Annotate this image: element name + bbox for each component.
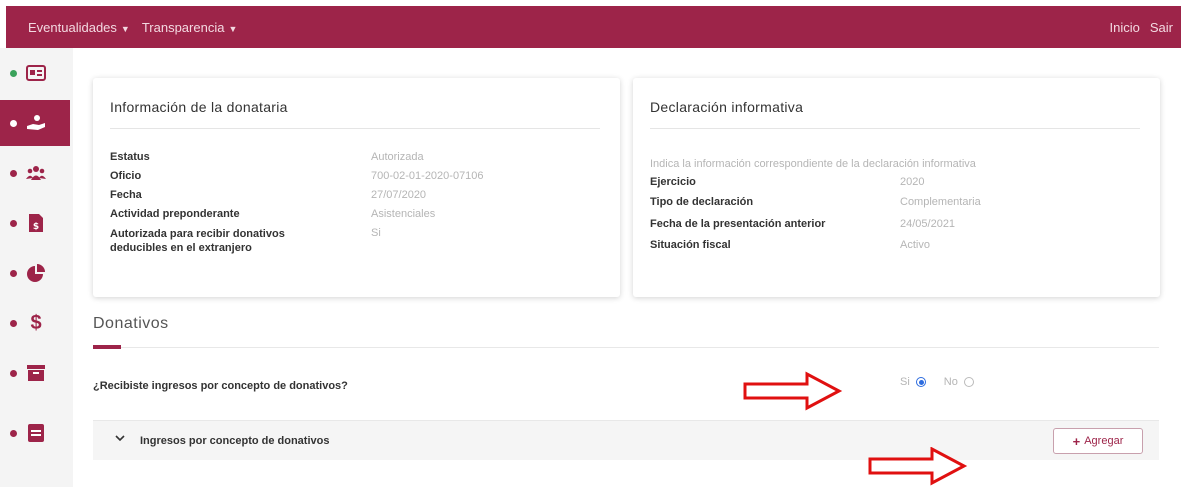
link-inicio[interactable]: Inicio (1110, 20, 1140, 35)
top-menu: Eventualidades ▼ Transparencia ▼ (28, 20, 237, 35)
annotation-arrow-icon (868, 447, 968, 486)
sidebar: $ $ (0, 48, 73, 487)
donativos-radio-group: Si No (900, 376, 974, 388)
radio-si-label: Si (900, 376, 910, 388)
sidebar-item-archivo[interactable] (0, 350, 73, 396)
status-dot (10, 369, 17, 377)
top-navbar: Eventualidades ▼ Transparencia ▼ Inicio Sa… (6, 6, 1181, 48)
row-estatus: Estatus (110, 151, 150, 163)
value-tipo-declaracion: Complementaria (900, 196, 981, 208)
donataria-card: Información de la donataria Estatus Auto… (93, 78, 620, 297)
caret-down-icon: ▼ (228, 24, 238, 34)
donation-hand-icon (26, 113, 46, 133)
divider (650, 128, 1140, 129)
status-dot (10, 169, 17, 177)
donativos-question: ¿Recibiste ingresos por concepto de dona… (93, 380, 348, 392)
add-button[interactable]: + Agregar (1053, 428, 1143, 454)
sidebar-item-ingresos[interactable]: $ (0, 300, 73, 346)
value-actividad: Asistenciales (371, 208, 436, 220)
section-underline (93, 345, 121, 349)
link-sair[interactable]: Sair (1150, 20, 1173, 35)
sidebar-item-datos[interactable] (0, 50, 73, 96)
declaracion-card: Declaración informativa Indica la inform… (633, 78, 1160, 297)
row-fecha: Fecha (110, 189, 142, 201)
status-dot (10, 429, 17, 437)
menu-transparencia[interactable]: Transparencia ▼ (142, 20, 238, 35)
value-fecha-anterior: 24/05/2021 (900, 218, 956, 230)
radio-no[interactable] (963, 377, 974, 387)
folder-icon (26, 423, 46, 443)
radio-no-label: No (943, 376, 958, 388)
menu-eventualidades[interactable]: Eventualidades ▼ (28, 20, 130, 35)
chevron-down-icon[interactable] (115, 433, 125, 445)
people-icon (26, 163, 46, 183)
archive-icon (26, 363, 46, 383)
plus-icon: + (1072, 433, 1081, 449)
donataria-title: Información de la donataria (110, 99, 288, 115)
value-ejercicio: 2020 (900, 176, 925, 188)
radio-si[interactable] (915, 377, 926, 387)
sidebar-item-expediente[interactable] (0, 410, 73, 456)
svg-text:$: $ (33, 222, 39, 232)
row-situacion-fiscal: Situación fiscal (650, 239, 731, 251)
annotation-arrow-icon (743, 371, 843, 411)
status-dot (10, 219, 17, 227)
value-extranjero: Si (371, 227, 381, 239)
value-oficio: 700-02-01-2020-07106 (371, 170, 484, 182)
sidebar-item-personas[interactable] (0, 150, 73, 196)
id-card-icon (26, 63, 46, 83)
row-tipo-declaracion: Tipo de declaración (650, 196, 754, 208)
row-fecha-anterior: Fecha de la presentación anterior (650, 218, 826, 230)
top-right-links: Inicio Sair (1110, 20, 1173, 35)
section-title: Donativos (93, 315, 169, 332)
value-situacion-fiscal: Activo (900, 239, 930, 251)
sidebar-item-documento[interactable]: $ (0, 200, 73, 246)
value-estatus: Autorizada (371, 151, 424, 163)
row-extranjero: Autorizada para recibir donativos deduci… (110, 228, 285, 254)
status-dot (10, 269, 17, 277)
sidebar-item-graficas[interactable] (0, 250, 73, 296)
sidebar-item-donativos[interactable] (0, 100, 70, 146)
row-actividad: Actividad preponderante (110, 208, 240, 220)
status-dot (10, 69, 17, 77)
declaracion-title: Declaración informativa (650, 99, 804, 115)
document-dollar-icon: $ (26, 213, 46, 233)
row-ejercicio: Ejercicio (650, 176, 696, 188)
divider (110, 128, 600, 129)
value-fecha: 27/07/2020 (371, 189, 427, 201)
status-dot (10, 119, 17, 127)
row-oficio: Oficio (110, 170, 142, 182)
declaracion-subtitle: Indica la información correspondiente de… (650, 158, 976, 170)
accordion-ingresos[interactable]: Ingresos por concepto de donativos + Agr… (93, 420, 1159, 460)
caret-down-icon: ▼ (120, 24, 130, 34)
divider (93, 347, 1159, 348)
pie-chart-icon (26, 263, 46, 283)
dollar-icon: $ (30, 311, 42, 334)
accordion-title: Ingresos por concepto de donativos (140, 435, 330, 447)
status-dot (10, 319, 17, 327)
